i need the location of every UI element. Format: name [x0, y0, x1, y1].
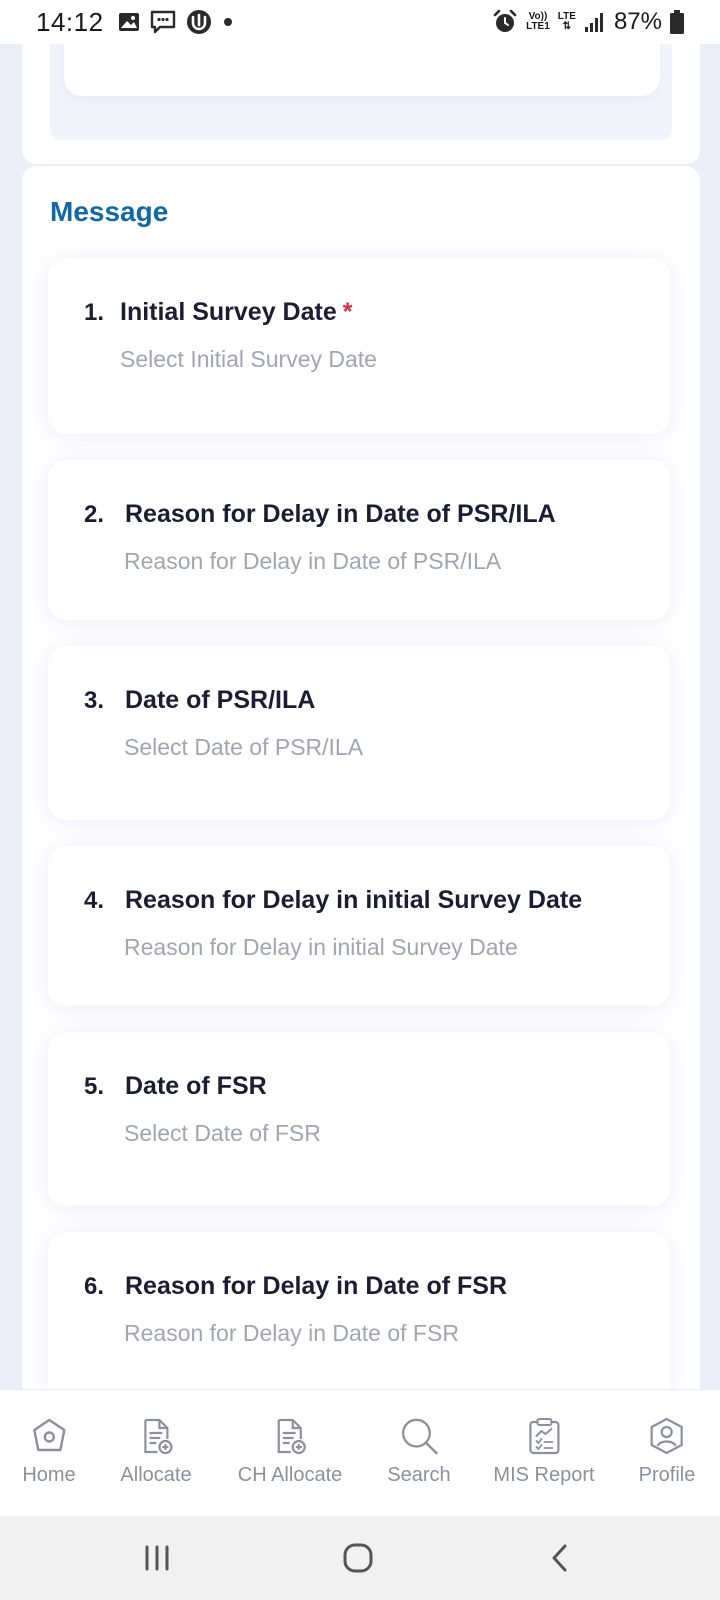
- field-label: 5. Date of FSR: [84, 1072, 267, 1101]
- ch-allocate-icon: [270, 1416, 310, 1456]
- lte-indicator: LTE ⇅: [557, 11, 576, 32]
- date-of-fsr-input[interactable]: Select Date of FSR: [124, 1120, 321, 1147]
- field-reason-delay-psr[interactable]: 2. Reason for Delay in Date of PSR/ILA R…: [48, 460, 670, 620]
- notification-icons: [118, 9, 234, 35]
- nav-mis-report[interactable]: MIS Report: [493, 1416, 595, 1487]
- reason-delay-survey-input[interactable]: Reason for Delay in initial Survey Date: [124, 934, 518, 961]
- search-icon: [399, 1416, 439, 1456]
- field-label-text: Reason for Delay in initial Survey Date: [125, 886, 583, 914]
- nav-search[interactable]: Search: [387, 1416, 451, 1487]
- battery-percent: 87%: [613, 8, 662, 35]
- nav-label: CH Allocate: [237, 1464, 343, 1486]
- back-button[interactable]: [540, 1538, 580, 1578]
- section-title: Message: [50, 196, 169, 227]
- field-number: 5.: [84, 1073, 105, 1100]
- previous-section-field: [64, 44, 660, 96]
- field-label-text: Reason for Delay in Date of PSR/ILA: [125, 500, 556, 528]
- home-button[interactable]: [338, 1538, 378, 1578]
- reason-delay-psr-input[interactable]: Reason for Delay in Date of PSR/ILA: [124, 548, 501, 575]
- bottom-nav: Home Allocate CH Allocate Search MIS Rep…: [0, 1389, 720, 1517]
- nav-label: Search: [387, 1464, 451, 1486]
- system-navigation-bar: [0, 1516, 720, 1600]
- recent-apps-icon: [145, 1545, 169, 1571]
- field-label-text: Date of FSR: [125, 1072, 267, 1100]
- field-date-of-psr[interactable]: 3. Date of PSR/ILA Select Date of PSR/IL…: [48, 646, 670, 820]
- nav-label: Home: [22, 1464, 76, 1486]
- initial-survey-date-input[interactable]: Select Initial Survey Date: [120, 346, 377, 373]
- nav-label: Profile: [638, 1464, 696, 1486]
- previous-section-panel: [50, 44, 672, 140]
- previous-section-card: [22, 44, 700, 164]
- volte-indicator: Vo)) LTE1: [526, 11, 550, 32]
- field-number: 1.: [84, 299, 105, 326]
- nav-ch-allocate[interactable]: CH Allocate: [237, 1416, 343, 1487]
- field-reason-delay-survey[interactable]: 4. Reason for Delay in initial Survey Da…: [48, 846, 670, 1006]
- nav-home[interactable]: Home: [22, 1416, 76, 1487]
- dot-icon: [222, 16, 234, 28]
- date-of-psr-input[interactable]: Select Date of PSR/ILA: [124, 734, 363, 761]
- field-label: 3. Date of PSR/ILA: [84, 686, 315, 715]
- message-section: Message 1. Initial Survey Date * Select …: [22, 166, 700, 1389]
- home-icon: [29, 1416, 69, 1456]
- message-icon: [150, 10, 176, 34]
- field-initial-survey-date[interactable]: 1. Initial Survey Date * Select Initial …: [48, 258, 670, 434]
- nav-allocate[interactable]: Allocate: [120, 1416, 192, 1487]
- allocate-icon: [136, 1416, 176, 1456]
- field-number: 2.: [84, 501, 105, 528]
- reason-delay-fsr-input[interactable]: Reason for Delay in Date of FSR: [124, 1320, 459, 1347]
- battery-icon: [670, 10, 684, 34]
- status-right: Vo)) LTE1 LTE ⇅ 87%: [492, 8, 684, 36]
- gallery-icon: [118, 12, 140, 32]
- field-label-text: Initial Survey Date: [120, 298, 337, 326]
- nav-profile[interactable]: Profile: [638, 1416, 696, 1487]
- field-label: 1. Initial Survey Date *: [84, 298, 352, 327]
- status-bar: 14:12 Vo)) LTE1 LTE ⇅ 87%: [0, 0, 720, 44]
- field-label-text: Date of PSR/ILA: [125, 686, 316, 714]
- required-marker: *: [342, 298, 353, 326]
- profile-icon: [647, 1416, 687, 1456]
- field-number: 3.: [84, 687, 105, 714]
- scroll-content[interactable]: Message 1. Initial Survey Date * Select …: [0, 44, 720, 1389]
- field-label: 2. Reason for Delay in Date of PSR/ILA: [84, 500, 556, 529]
- field-label: 6. Reason for Delay in Date of FSR: [84, 1272, 507, 1301]
- field-label: 4. Reason for Delay in initial Survey Da…: [84, 886, 582, 915]
- field-number: 4.: [84, 887, 105, 914]
- field-date-of-fsr[interactable]: 5. Date of FSR Select Date of FSR: [48, 1032, 670, 1206]
- torrent-icon: [186, 9, 212, 35]
- field-label-text: Reason for Delay in Date of FSR: [125, 1272, 508, 1300]
- nav-label: MIS Report: [493, 1464, 595, 1486]
- signal-icon: [584, 11, 606, 33]
- recent-apps-button[interactable]: [137, 1538, 177, 1578]
- field-number: 6.: [84, 1273, 105, 1300]
- home-circle-icon: [343, 1543, 373, 1573]
- back-icon: [552, 1544, 567, 1572]
- field-reason-delay-fsr[interactable]: 6. Reason for Delay in Date of FSR Reaso…: [48, 1232, 670, 1389]
- report-icon: [524, 1416, 564, 1456]
- alarm-icon: [492, 9, 518, 35]
- nav-label: Allocate: [120, 1464, 192, 1486]
- status-time: 14:12: [36, 6, 104, 37]
